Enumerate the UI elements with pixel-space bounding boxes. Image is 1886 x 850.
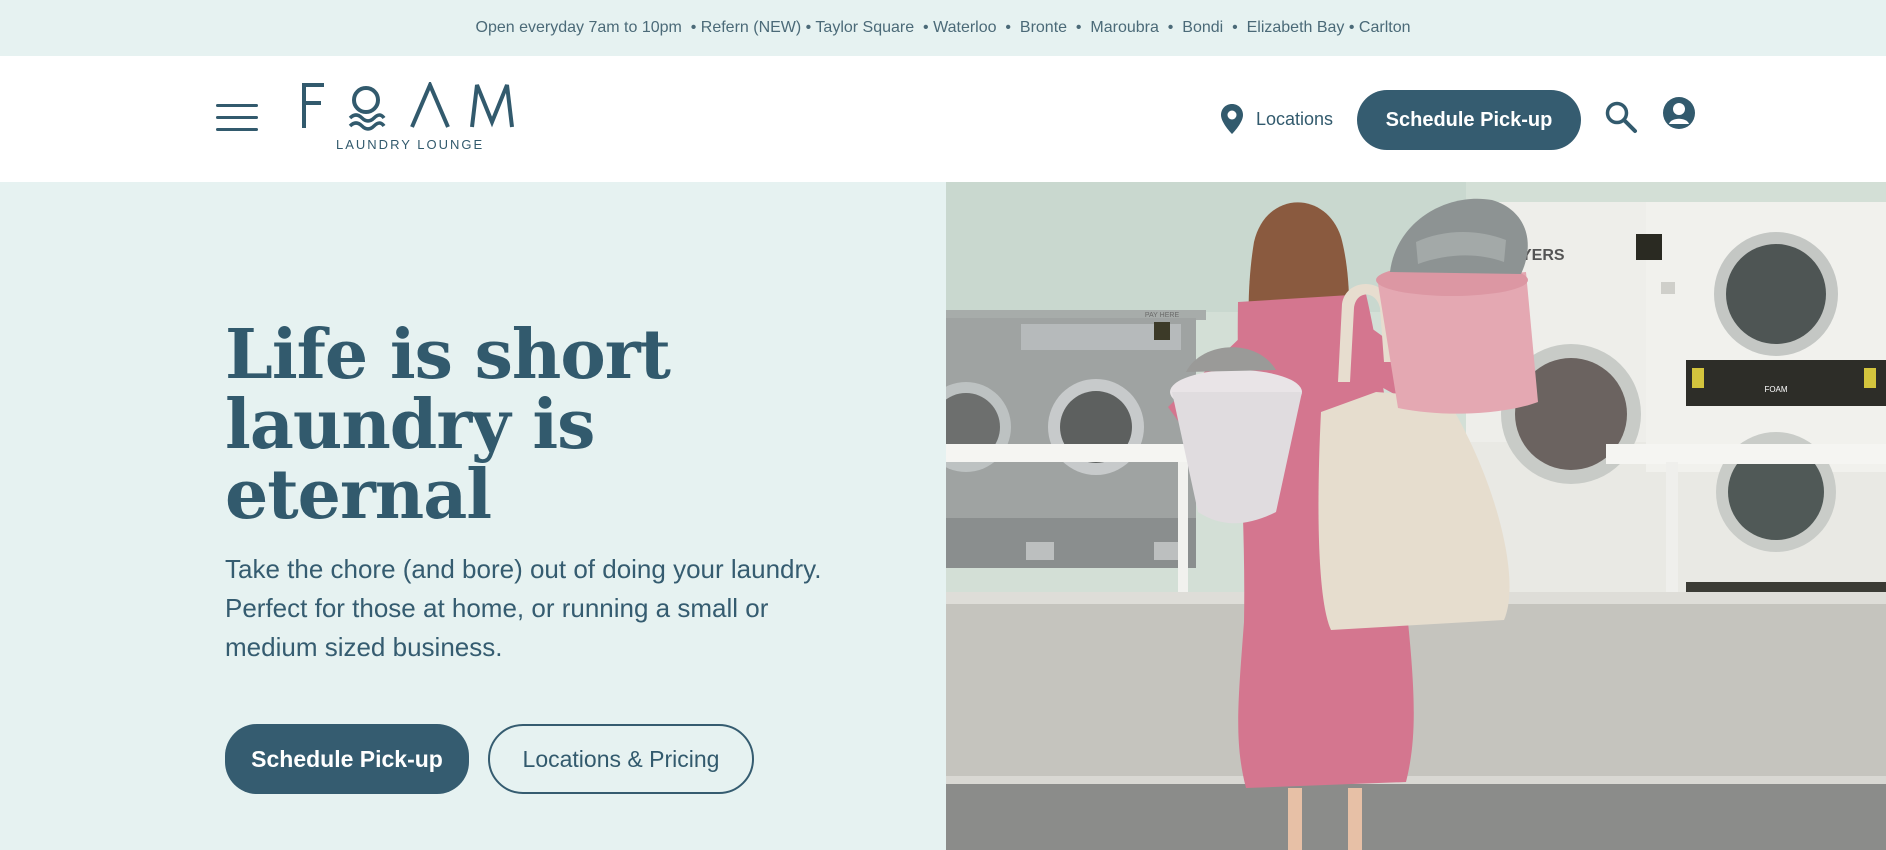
hero-title: Life is short laundry is eternal xyxy=(225,315,671,535)
announcement-bar: Open everyday 7am to 10pm • Refern (NEW)… xyxy=(0,0,1886,56)
hero-locations-pricing-button[interactable]: Locations & Pricing xyxy=(488,724,754,794)
menu-icon[interactable] xyxy=(216,104,258,136)
logo-tagline: LAUNDRY LOUNGE xyxy=(336,137,485,152)
hero-section: Life is short laundry is eternal Take th… xyxy=(0,182,946,850)
account-icon[interactable] xyxy=(1662,96,1696,130)
hero-subtitle: Take the chore (and bore) out of doing y… xyxy=(225,554,822,662)
logo-wordmark xyxy=(302,82,514,131)
machine-brand-label: FOAM xyxy=(1764,385,1787,394)
logo[interactable]: LAUNDRY LOUNGE xyxy=(300,82,520,156)
nav-locations-label: Locations xyxy=(1256,108,1334,129)
pay-here-sign: PAY HERE xyxy=(1145,312,1180,319)
hero-schedule-pickup-button[interactable]: Schedule Pick-up xyxy=(225,724,469,794)
nav-locations-link[interactable]: Locations xyxy=(1220,102,1333,136)
search-icon[interactable] xyxy=(1604,100,1638,134)
header-schedule-pickup-button[interactable]: Schedule Pick-up xyxy=(1357,90,1581,150)
hero-image: PAY HERE YERS FOAM xyxy=(946,182,1886,850)
laundromat-photo: PAY HERE YERS FOAM xyxy=(946,182,1886,850)
site-header: LAUNDRY LOUNGE Locations Schedule Pick-u… xyxy=(0,56,1886,182)
location-pin-icon xyxy=(1221,104,1243,134)
announcement-text: Open everyday 7am to 10pm • Refern (NEW)… xyxy=(475,19,1411,36)
